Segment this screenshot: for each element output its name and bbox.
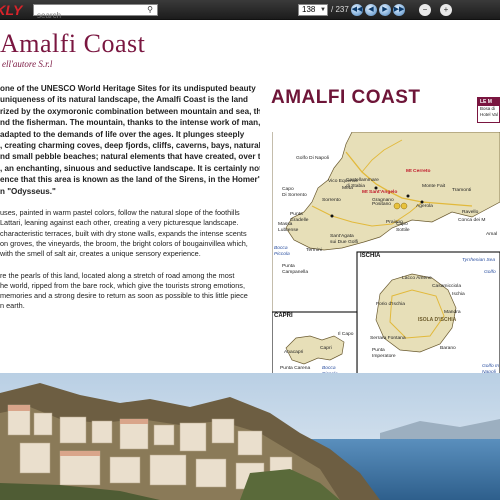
search-input[interactable] <box>34 10 144 21</box>
map-label: Positano <box>372 202 392 207</box>
zoom-out-icon[interactable]: − <box>419 4 431 16</box>
next-page-icon[interactable]: ▶ <box>379 4 391 16</box>
paragraph-houses: uses, painted in warm pastel colors, fol… <box>0 208 260 259</box>
first-page-icon[interactable]: ◀◀ <box>351 4 363 16</box>
text-line: memories and a strong desire to return a… <box>0 291 248 301</box>
amalfi-coast-photo <box>0 373 500 500</box>
text-line: rized by the oxymoronic combination betw… <box>0 106 260 116</box>
brand-logo: EKLY <box>0 2 23 18</box>
zoom-in-icon[interactable]: + <box>440 4 452 16</box>
map-label: Conca dei M <box>458 218 486 223</box>
photo-graphic <box>0 373 500 500</box>
last-page-icon[interactable]: ▶▶ <box>393 4 405 16</box>
map-label: Monte Fait <box>422 184 446 189</box>
map-label: Ravello <box>462 210 479 215</box>
text-line: he world, ripped from the bare rock, whi… <box>0 280 245 290</box>
map-label: Termini <box>306 248 322 253</box>
map-legend: LE M Bosa di Hotel Val <box>477 97 500 123</box>
legend-header: LE M <box>478 98 499 106</box>
inset-title: CAPRI <box>274 313 293 319</box>
map-label: Capri <box>320 346 332 351</box>
search-icon[interactable]: ⚲ <box>145 5 155 15</box>
text-line: nd small pebble beaches; natural element… <box>0 152 260 162</box>
page-number-input[interactable]: 138 ▼ <box>298 4 328 16</box>
text-line: , creating charming coves, deep fjords, … <box>0 141 260 151</box>
previous-page-icon[interactable]: ◀ <box>365 4 377 16</box>
map-label: Sorrento <box>322 198 341 203</box>
text-line: ence that this area is known as the land… <box>0 175 260 185</box>
map-label: Amal <box>486 232 498 237</box>
paragraph-intro: one of the UNESCO World Heritage Sites f… <box>0 83 260 197</box>
map-label: Mt Sant'Angelo <box>362 190 398 195</box>
map-label: Vico Equense <box>328 179 359 184</box>
page-total: / 237 <box>331 5 349 14</box>
map-label: Il Capo <box>338 332 354 337</box>
amalfi-coast-map: Golfo Di Napoli Castellammare di Stabia G… <box>272 132 500 377</box>
text-line: with the smell of salt air, creates a un… <box>0 249 201 259</box>
map-label: Punta Imperatore <box>372 348 396 359</box>
viewer-toolbar: EKLY ⚲ 138 ▼ / 237 ◀◀ ◀ ▶ ▶▶ − + <box>0 0 500 21</box>
search-box[interactable]: ⚲ <box>33 4 158 21</box>
text-line: re the pearls of this land, located alon… <box>0 270 235 280</box>
map-label: Agerola <box>416 204 433 209</box>
map-label: BoccaPiccola <box>274 246 290 257</box>
map-label: Massa Lubrense <box>278 222 299 233</box>
page-subtitle: ell'autore S.r.l <box>2 59 53 69</box>
map-label: Mt Cerreto <box>406 169 431 174</box>
legend-item: Hotel Val <box>480 112 498 117</box>
page-title: Amalfi Coast <box>0 29 146 58</box>
map-label: Punta Carena <box>280 366 311 371</box>
map-label: Ischia <box>452 292 465 297</box>
text-line: uniqueness of its natural landscape, the… <box>0 95 248 105</box>
text-line: , an enchanting, sinuous and seductive l… <box>0 163 260 173</box>
map-label: Tramonti <box>452 188 472 193</box>
article-body: one of the UNESCO World Heritage Sites f… <box>0 83 260 312</box>
inset-title: ISCHIA <box>360 253 381 259</box>
map-label: ISOLA D'ISCHIA <box>418 317 457 323</box>
text-line: uses, painted in warm pastel colors, fol… <box>0 208 240 218</box>
chevron-down-icon[interactable]: ▼ <box>320 5 326 15</box>
text-line: characteristic terraces, built with dry … <box>0 228 247 238</box>
map-label: Praiano <box>386 220 403 225</box>
map-label: Capo Di Sorrento <box>282 187 307 198</box>
map-label: Golfo Di Napoli <box>296 156 329 161</box>
map-label: Forio d'Ischia <box>376 302 405 307</box>
text-line: on groves, the vineyards, the broom, the… <box>0 238 248 248</box>
text-line: one of the UNESCO World Heritage Sites f… <box>0 84 256 93</box>
map-label: Serrara Fontana <box>370 336 406 341</box>
map-label: Golfo <box>484 270 496 275</box>
text-line: nd the fisherman. The mountain, thanks t… <box>0 118 260 128</box>
map-label: Meta <box>342 186 353 191</box>
paragraph-pearls: re the pearls of this land, located alon… <box>0 271 260 312</box>
map-label: Barano <box>440 346 456 351</box>
map-label: Tyrrhenian Sea <box>462 258 496 263</box>
text-line: adapted to the demands of life over the … <box>0 129 245 139</box>
magazine-page: Amalfi Coast ell'autore S.r.l one of the… <box>0 21 500 500</box>
text-line: Lattari, leaning against each other, cre… <box>0 218 239 228</box>
text-line: n earth. <box>0 301 25 311</box>
map-label: Anacapri <box>284 350 304 355</box>
text-line: n "Odysseus." <box>0 186 56 196</box>
map-title: AMALFI COAST <box>271 87 421 108</box>
map-label: Sant'Agata sui Due Golfi <box>330 234 358 245</box>
map-label: Punta Campanella <box>282 264 309 275</box>
map-label: Casamicciola <box>432 284 462 289</box>
map-label: Mandra <box>444 310 461 315</box>
map-label: Lacco Ameno <box>402 276 432 281</box>
